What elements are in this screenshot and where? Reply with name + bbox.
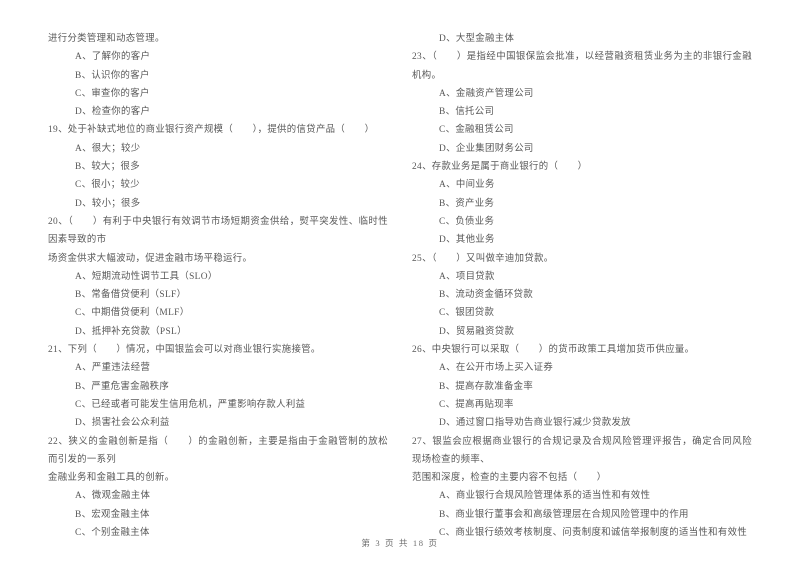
carryover-stem-line: 进行分类管理和动态管理。 bbox=[48, 34, 165, 44]
question-27: 27、银监会应根据商业银行的合规记录及合规风险管理评报告，确定合同风险现场检查的… bbox=[412, 433, 752, 543]
option-item: A、在公开市场上买入证券 bbox=[439, 363, 554, 374]
carryover-option-block: D、大型金融主体 bbox=[412, 30, 752, 48]
option-item: D、抵押补充贷款（PSL） bbox=[75, 326, 187, 337]
option-item: B、认识你的客户 bbox=[75, 70, 150, 81]
option-item: B、严重危害金融秩序 bbox=[75, 381, 170, 392]
option-item: D、损害社会公众利益 bbox=[75, 418, 170, 429]
option-item: A、了解你的客户 bbox=[75, 52, 151, 63]
option-item: C、负债业务 bbox=[439, 216, 495, 227]
option-item: D、检查你的客户 bbox=[75, 107, 151, 118]
option-item: A、金融资产管理公司 bbox=[439, 88, 534, 99]
option-item: C、已经或者可能发生信用危机，严重影响存款人利益 bbox=[75, 399, 306, 410]
option-item: C、银团贷款 bbox=[439, 308, 495, 319]
option-item: B、商业银行董事会和高级管理层在合规风险管理中的作用 bbox=[439, 509, 689, 520]
question-stem: 27、银监会应根据商业银行的合规记录及合规风险管理评报告，确定合同风险现场检查的… bbox=[412, 436, 752, 465]
option-item: B、流动资金循环贷款 bbox=[439, 290, 534, 301]
option-item: B、宏观金融主体 bbox=[75, 509, 150, 520]
question-20: 20、（ ）有利于中央银行有效调节市场短期资金供给，熨平突发性、临时性因素导致的… bbox=[48, 213, 388, 341]
question-stem: 26、中央银行可以采取（ ）的货币政策工具增加货币供应量。 bbox=[412, 345, 695, 356]
option-item: B、较大；很多 bbox=[75, 162, 140, 173]
question-stem: 25、（ ）又叫做辛迪加贷款。 bbox=[412, 253, 554, 264]
option-item: A、项目贷款 bbox=[439, 271, 495, 282]
question-23: 23、（ ）是指经中国银保监会批准，以经营融资租赁业务为主的非银行金融机构。 A… bbox=[412, 48, 752, 158]
question-stem: 21、下列（ ）情况，中国银监会可以对商业银行实施接管。 bbox=[48, 345, 321, 356]
exam-page: 进行分类管理和动态管理。 A、了解你的客户 B、认识你的客户 C、审查你的客户 … bbox=[0, 0, 800, 565]
question-26: 26、中央银行可以采取（ ）的货币政策工具增加货币供应量。 A、在公开市场上买入… bbox=[412, 341, 752, 432]
page-footer: 第 3 页 共 18 页 bbox=[361, 538, 439, 548]
question-stem: 20、（ ）有利于中央银行有效调节市场短期资金供给，熨平突发性、临时性因素导致的… bbox=[48, 216, 388, 246]
option-item: C、中期借贷便利（MLF） bbox=[75, 308, 190, 319]
two-column-body: 进行分类管理和动态管理。 A、了解你的客户 B、认识你的客户 C、审查你的客户 … bbox=[48, 30, 752, 538]
question-stem-continuation: 金融业务和金融工具的创新。 bbox=[48, 473, 175, 484]
question-25: 25、（ ）又叫做辛迪加贷款。 A、项目贷款 B、流动资金循环贷款 C、银团贷款… bbox=[412, 250, 752, 341]
option-item: A、商业银行合规风险管理体系的适当性和有效性 bbox=[439, 491, 651, 502]
option-item: D、通过窗口指导劝告商业银行减少贷款发放 bbox=[439, 418, 631, 429]
option-item: D、贸易融资贷款 bbox=[439, 326, 515, 337]
option-item: A、很大；较少 bbox=[75, 143, 141, 154]
option-item: A、短期流动性调节工具（SLO） bbox=[75, 271, 218, 282]
option-item: B、信托公司 bbox=[439, 107, 495, 118]
question-stem: 19、处于补缺式地位的商业银行资产规模（ ），提供的信贷产品（ ） bbox=[48, 125, 375, 136]
option-item: D、大型金融主体 bbox=[439, 34, 515, 44]
option-item: B、常备借贷便利（SLF） bbox=[75, 290, 187, 301]
question-19: 19、处于补缺式地位的商业银行资产规模（ ），提供的信贷产品（ ） A、很大；较… bbox=[48, 121, 388, 212]
question-stem-continuation: 范围和深度，检查的主要内容不包括（ ） bbox=[412, 473, 607, 484]
question-stem: 23、（ ）是指经中国银保监会批准，以经营融资租赁业务为主的非银行金融机构。 bbox=[412, 52, 752, 81]
question-stem: 22、狭义的金融创新是指（ ）的金融创新，主要是指由于金融管制的放松而引发的一系… bbox=[48, 436, 388, 465]
option-item: D、企业集团财务公司 bbox=[439, 143, 534, 154]
option-item: A、微观金融主体 bbox=[75, 491, 151, 502]
question-24: 24、存款业务是属于商业银行的（ ） A、中间业务 B、资产业务 C、负债业务 … bbox=[412, 158, 752, 249]
question-21: 21、下列（ ）情况，中国银监会可以对商业银行实施接管。 A、严重违法经营 B、… bbox=[48, 341, 388, 432]
question-22: 22、狭义的金融创新是指（ ）的金融创新，主要是指由于金融管制的放松而引发的一系… bbox=[48, 433, 388, 543]
option-item: B、资产业务 bbox=[439, 198, 495, 209]
left-column: 进行分类管理和动态管理。 A、了解你的客户 B、认识你的客户 C、审查你的客户 … bbox=[48, 30, 388, 542]
option-item: B、提高存款准备金率 bbox=[439, 381, 534, 392]
question-stem: 24、存款业务是属于商业银行的（ ） bbox=[412, 162, 588, 173]
option-item: C、很小；较少 bbox=[75, 180, 140, 191]
option-item: C、提高再贴现率 bbox=[439, 399, 514, 410]
option-item: C、金融租赁公司 bbox=[439, 125, 514, 136]
right-column: D、大型金融主体 23、（ ）是指经中国银保监会批准，以经营融资租赁业务为主的非… bbox=[412, 30, 752, 542]
option-item: A、中间业务 bbox=[439, 180, 495, 191]
option-item: A、严重违法经营 bbox=[75, 363, 151, 374]
carryover-question-block: 进行分类管理和动态管理。 A、了解你的客户 B、认识你的客户 C、审查你的客户 … bbox=[48, 30, 388, 121]
question-stem-continuation: 场资金供求大幅波动，促进金融市场平稳运行。 bbox=[48, 253, 253, 264]
option-item: D、其他业务 bbox=[439, 235, 495, 246]
option-item: C、审查你的客户 bbox=[75, 88, 150, 99]
option-item: D、较小；很多 bbox=[75, 198, 141, 209]
